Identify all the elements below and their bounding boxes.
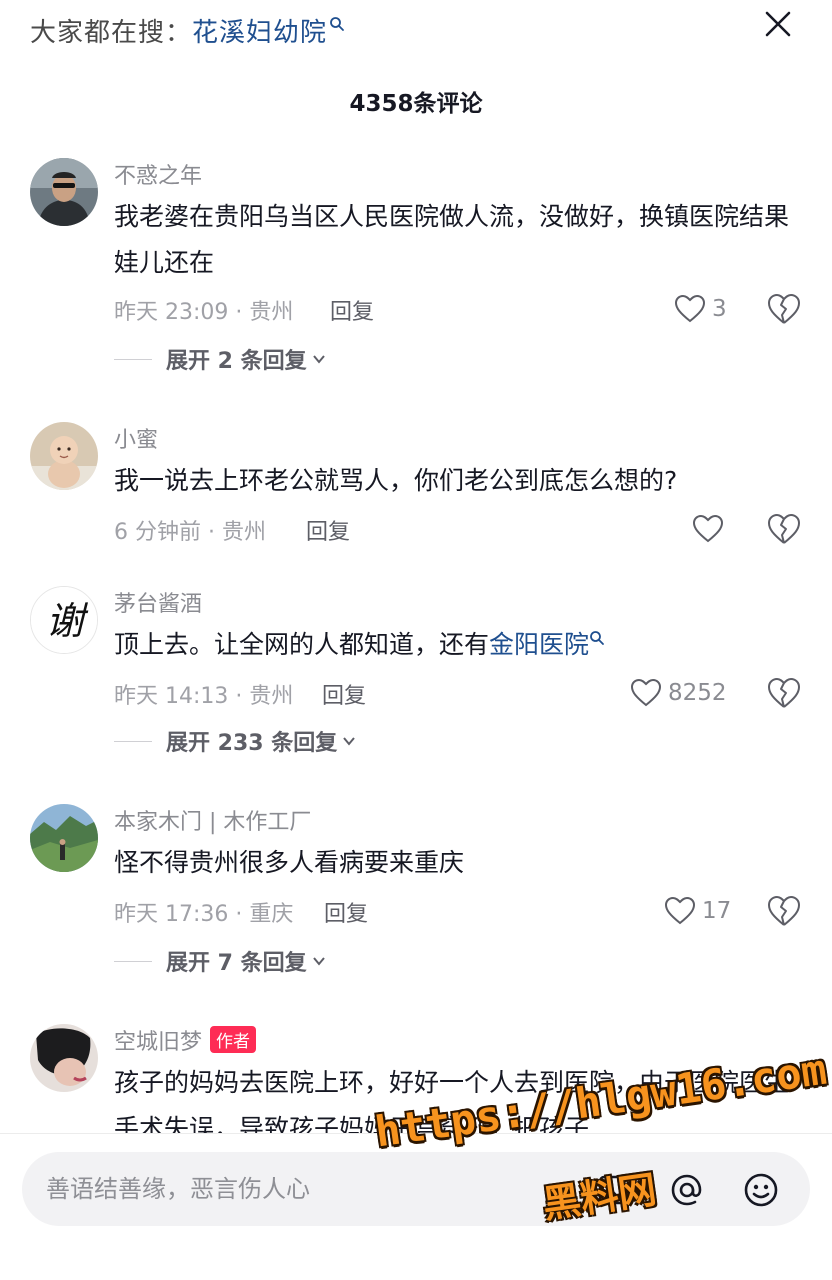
avatar-calligraphy: 谢: [46, 599, 89, 643]
expand-replies[interactable]: 展开 233 条回复: [114, 726, 357, 756]
expand-replies[interactable]: 展开 7 条回复: [114, 946, 327, 976]
comment-text-prefix: 顶上去。让全网的人都知道，还有: [114, 630, 490, 659]
comment-input-pill: [22, 1152, 810, 1226]
expand-replies-label: 展开 233 条回复: [166, 731, 338, 756]
emoji-icon[interactable]: [742, 1171, 780, 1209]
chevron-down-icon: [312, 355, 325, 364]
comment-time-location: 昨天 17:36 · 重庆: [114, 902, 294, 927]
at-icon[interactable]: [668, 1171, 706, 1209]
divider-line: [114, 740, 152, 742]
username[interactable]: 茅台酱酒: [114, 586, 202, 618]
expand-replies-label: 展开 7 条回复: [166, 951, 307, 976]
avatar[interactable]: 谢: [30, 586, 98, 654]
like-button[interactable]: [692, 512, 724, 546]
expand-replies[interactable]: 展开 2 条回复: [114, 344, 327, 374]
username[interactable]: 空城旧梦 作者: [114, 1024, 257, 1056]
close-icon[interactable]: [762, 8, 794, 40]
comment-input-bar: [0, 1133, 832, 1280]
search-suggestion-keyword[interactable]: 花溪妇幼院: [192, 18, 327, 48]
broken-heart-icon[interactable]: [766, 292, 802, 326]
like-button[interactable]: 17: [664, 894, 731, 928]
heart-outline-icon: [692, 514, 724, 543]
comment-text: 我老婆在贵阳乌当区人民医院做人流，没做好，换镇医院结果娃儿还在: [114, 202, 790, 277]
reply-button[interactable]: 回复: [324, 896, 368, 928]
avatar[interactable]: [30, 422, 98, 490]
comment-text: 我一说去上环老公就骂人，你们老公到底怎么想的?: [114, 466, 678, 495]
broken-heart-icon[interactable]: [766, 894, 802, 928]
comment-count-title: 4358条评论: [349, 91, 483, 117]
like-button[interactable]: 8252: [630, 676, 727, 710]
search-suggestion[interactable]: 大家都在搜：花溪妇幼院: [30, 12, 345, 49]
reply-button[interactable]: 回复: [322, 678, 366, 710]
username[interactable]: 不惑之年: [114, 158, 202, 190]
comment-text: 顶上去。让全网的人都知道，还有金阳医院: [114, 622, 794, 668]
search-icon: [330, 17, 344, 31]
like-count: 3: [712, 296, 727, 322]
broken-heart-icon[interactable]: [766, 512, 802, 546]
avatar[interactable]: [30, 158, 98, 226]
like-count: 8252: [668, 680, 727, 706]
comment-time-location: 6 分钟前 · 贵州: [114, 520, 266, 545]
divider-line: [114, 358, 152, 360]
reply-button[interactable]: 回复: [306, 514, 350, 546]
broken-heart-icon[interactable]: [766, 676, 802, 710]
comment-time-location: 昨天 23:09 · 贵州: [114, 300, 294, 325]
chevron-down-icon: [343, 737, 356, 746]
author-badge: 作者: [210, 1026, 257, 1053]
top-bar: 大家都在搜：花溪妇幼院: [0, 0, 832, 70]
comment-time-location: 昨天 14:13 · 贵州: [114, 684, 294, 709]
username[interactable]: 小蜜: [114, 422, 158, 454]
heart-outline-icon: [664, 896, 696, 925]
comment-text: 怪不得贵州很多人看病要来重庆: [114, 848, 465, 877]
like-count: 17: [702, 898, 732, 924]
comment-keyword-link[interactable]: 金阳医院: [489, 630, 589, 659]
reply-button[interactable]: 回复: [330, 294, 374, 326]
search-suggestion-prefix: 大家都在搜：: [30, 18, 193, 48]
search-icon: [590, 631, 604, 645]
divider-line: [114, 960, 152, 962]
heart-outline-icon: [630, 678, 662, 707]
comment-input[interactable]: [46, 1152, 506, 1226]
avatar[interactable]: [30, 1024, 98, 1092]
heart-outline-icon: [674, 294, 706, 323]
image-icon[interactable]: [596, 1171, 634, 1209]
username-text: 空城旧梦: [114, 1030, 203, 1055]
expand-replies-label: 展开 2 条回复: [166, 349, 307, 374]
avatar[interactable]: [30, 804, 98, 872]
chevron-down-icon: [312, 957, 325, 966]
like-button[interactable]: 3: [674, 292, 727, 326]
username[interactable]: 本家木门 | 木作工厂: [114, 804, 311, 836]
